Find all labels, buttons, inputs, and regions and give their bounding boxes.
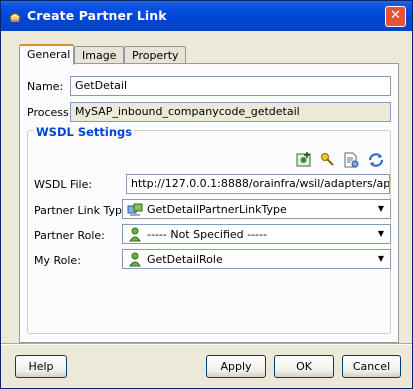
wsdl-file-icon[interactable] [342,151,360,169]
tab-label: Property [132,49,179,62]
role-icon [127,227,143,242]
footer-separator [1,343,412,345]
partner-link-type-value: GetDetailPartnerLinkType [147,203,287,216]
chevron-down-icon: ▼ [377,254,385,263]
cancel-button[interactable]: Cancel [342,355,401,378]
apply-button[interactable]: Apply [206,355,266,378]
ok-button[interactable]: OK [274,355,334,378]
my-role-label: My Role: [34,254,81,267]
app-icon [7,8,23,24]
tab-image[interactable]: Image [74,46,124,64]
dialog-window: Create Partner Link ✕ General Image Prop… [0,0,413,389]
tab-general[interactable]: General [19,44,74,65]
process-field: MySAP_inbound_companycode_getdetail [70,102,391,122]
tab-label: Image [82,49,117,62]
add-service-icon[interactable] [295,151,313,169]
partner-link-type-icon [127,202,143,217]
my-role-value: GetDetailRole [147,253,223,266]
my-role-select[interactable]: GetDetailRole ▼ [122,249,391,269]
tab-label: General [27,48,71,61]
name-label: Name: [27,80,64,93]
chevron-down-icon: ▼ [377,229,385,238]
process-label: Process: [27,106,73,119]
role-icon [127,252,143,267]
partner-link-type-label: Partner Link Type: [34,204,133,217]
wsdl-settings-title: WSDL Settings [34,125,135,139]
partner-link-type-select[interactable]: GetDetailPartnerLinkType ▼ [122,199,391,219]
close-icon: ✕ [390,8,401,23]
partner-role-value: ----- Not Specified ----- [147,228,267,241]
general-panel: Name: GetDetail Process: MySAP_inbound_c… [19,63,399,343]
partner-role-label: Partner Role: [34,229,105,242]
name-field[interactable]: GetDetail [70,76,391,96]
wsdl-file-label: WSDL File: [34,178,93,191]
window-title: Create Partner Link [27,8,167,23]
tab-property[interactable]: Property [124,46,186,64]
title-bar: Create Partner Link ✕ [1,1,412,31]
refresh-icon[interactable] [367,151,385,169]
wsdl-file-field[interactable]: http://127.0.0.1:8888/orainfra/wsil/adap… [126,174,390,194]
help-button[interactable]: Help [15,355,67,378]
browse-icon[interactable] [319,151,337,169]
chevron-down-icon: ▼ [377,204,385,213]
close-button[interactable]: ✕ [385,6,406,27]
partner-role-select[interactable]: ----- Not Specified ----- ▼ [122,224,391,244]
